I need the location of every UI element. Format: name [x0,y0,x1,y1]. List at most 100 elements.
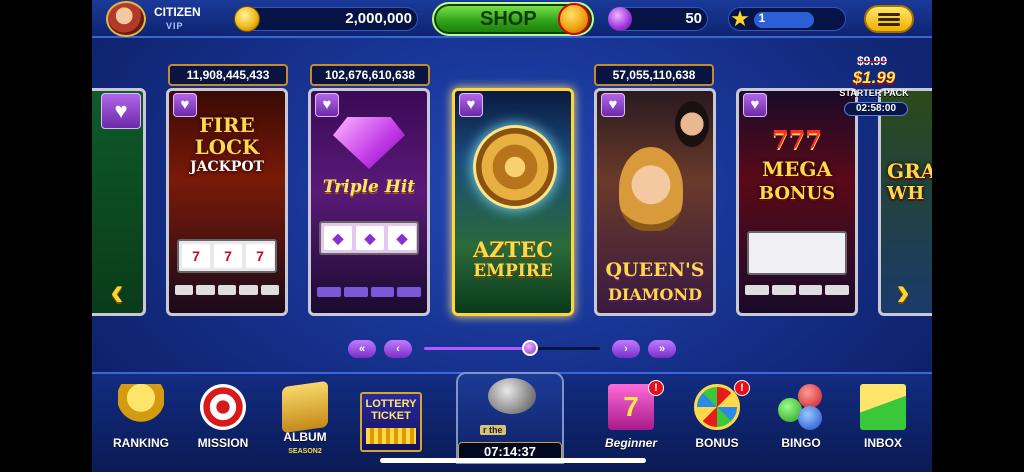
aztec-calendar-icon [473,125,557,209]
trophy-icon [118,384,164,430]
home-indicator[interactable] [380,458,646,463]
jackpot-counter: 11,908,445,433 [168,64,288,86]
lottery-label: LOTTERY TICKET [365,398,417,422]
game-title-line: LOCK [194,135,260,159]
dock-label: Beginner [604,436,657,450]
lobby-screen: CITIZEN VIP 2,000,000 SHOP 50 ★ 1 ♥ 11,9… [92,0,932,472]
top-bar: CITIZEN VIP 2,000,000 SHOP 50 ★ 1 [92,0,932,38]
reel-symbol: 7 [182,244,210,268]
padlock-icon [488,378,536,414]
envelope-icon [860,384,906,430]
dock-inbox-button[interactable]: INBOX [848,384,918,460]
bingo-balls-icon [778,384,824,430]
dock-album-button[interactable]: ALBUM SEASON2 [270,380,340,460]
level-value: 1 [758,11,766,25]
calendar-icon: 7 [608,384,654,430]
vault-label: r the [480,425,506,435]
coin-value: 2,000,000 [345,10,412,27]
queen-portrait [675,101,709,147]
ticket-stripe-icon [366,428,416,444]
game-carousel: ♥ 11,908,445,433 ♥ FIRE LOCK JACKPOT 7 7… [92,60,932,322]
jackpot-counter: 57,055,110,638 [594,64,714,86]
pager-knob[interactable] [521,340,538,356]
reel-symbol: 7 [214,244,242,268]
pager-next-button[interactable]: › [612,340,640,358]
slot-reels: 7 7 7 [177,239,277,273]
game-title-line: AZTEC [473,237,553,262]
game-title-line: DIAMOND [608,285,702,304]
dock-label: RANKING [113,436,169,450]
reel-symbol: 7 [246,244,274,268]
pager-last-button[interactable]: » [648,340,676,358]
starter-label: STARTER PACK [839,88,909,98]
carousel-right-arrow-icon[interactable]: › [888,270,918,314]
pager-prev-button[interactable]: ‹ [384,340,412,358]
wheel-icon [694,384,740,430]
game-title-line: Triple Hit [322,177,416,197]
game-title-line: GRA [887,159,932,183]
game-title-line: JACKPOT [190,159,264,175]
game-card-triple-hit[interactable]: ♥ Triple Hit ◆ ◆ ◆ [308,88,430,316]
heart-icon[interactable]: ♥ [315,93,339,117]
bingo-ball-icon [798,384,822,408]
game-title-line: EMPIRE [473,261,553,281]
dock-label: INBOX [863,436,902,450]
reel-symbol: ◆ [388,226,416,250]
hamburger-icon [878,13,900,16]
jackpot-counter: 102,676,610,638 [310,64,430,86]
pager-fill [424,347,530,350]
slot-button-row [317,287,421,297]
alert-badge: ! [734,380,750,396]
alert-badge: ! [648,380,664,396]
game-card-mega-bonus[interactable]: ♥ 777 MEGA BONUS [736,88,858,316]
dock-bingo-button[interactable]: BINGO [766,384,836,460]
target-icon [200,384,246,430]
pager-track[interactable] [424,347,600,350]
gem-icon [608,7,632,31]
reel-symbol: ◆ [324,226,352,250]
heart-icon[interactable]: ♥ [173,93,197,117]
gem-value: 50 [685,10,702,27]
heart-icon[interactable]: ♥ [459,93,483,117]
heart-icon[interactable]: ♥ [743,93,767,117]
starter-pack-offer[interactable]: $9.99 $1.99 STARTER PACK 02:58:00 [839,54,914,124]
game-title-line: WH [887,183,925,204]
queen-portrait [619,147,683,231]
game-title-line: BONUS [758,183,836,204]
starter-timer: 02:58:00 [844,102,908,116]
shop-badge-icon[interactable] [558,3,590,35]
dock-mission-button[interactable]: MISSION [188,384,258,460]
lottery-ticket-button[interactable]: LOTTERY TICKET [360,392,422,452]
hamburger-icon [878,18,900,21]
slot-reels: ◆ ◆ ◆ [319,221,419,255]
dock-label: MISSION [197,436,249,450]
dock-sublabel: SEASON2 [288,448,322,455]
slot-reels [747,231,847,275]
menu-button[interactable] [864,5,914,33]
rank-vip-label: VIP [166,21,184,31]
starter-old-price: $9.99 [856,54,888,68]
heart-icon[interactable]: ♥ [601,93,625,117]
diamond-icon [333,117,405,169]
dock-label: BONUS [695,436,739,450]
carousel-left-arrow-icon[interactable]: ‹ [102,270,132,314]
avatar[interactable] [106,1,146,37]
game-card-aztec-empire[interactable]: ♥ AZTEC EMPIRE [452,88,574,316]
hamburger-icon [878,23,900,26]
game-title-line: MEGA [762,157,832,181]
dock-label: BINGO [781,436,821,450]
game-card-fire-lock[interactable]: ♥ FIRE LOCK JACKPOT 7 7 7 [166,88,288,316]
album-icon [282,380,328,434]
dock-beginner-button[interactable]: 7 ! Beginner [596,380,666,460]
dock-bonus-button[interactable]: ! BONUS [682,380,752,460]
star-icon: ★ [730,6,750,31]
pager-first-button[interactable]: « [348,340,376,358]
bingo-ball-icon [798,406,822,430]
game-title-line: 777 [771,125,823,154]
dock-label: ALBUM [283,430,327,444]
game-card-queens-diamond[interactable]: ♥ QUEEN'S DIAMOND [594,88,716,316]
dock-ranking-button[interactable]: RANKING [106,384,176,460]
rank-title: CITIZEN [154,5,201,19]
reel-symbol: ◆ [356,226,384,250]
heart-icon[interactable]: ♥ [101,93,141,129]
